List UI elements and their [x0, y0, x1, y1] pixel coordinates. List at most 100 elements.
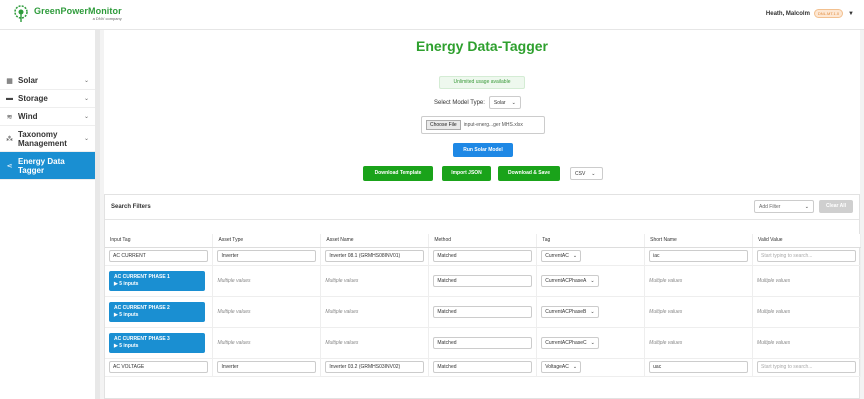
table-row: AC CURRENT Inverter Inverter 08.1 (GRMHS… [105, 247, 861, 266]
brand-logo[interactable]: GreenPowerMonitor a DNV company [12, 5, 122, 23]
column-header[interactable]: Input Tag [105, 234, 214, 248]
add-filter-select[interactable]: Add Filter ⌄ [754, 200, 814, 213]
chevron-down-icon: ⌄ [804, 203, 809, 210]
multiple-values: Multiple values [325, 277, 359, 284]
tag-select[interactable]: CurrentACPhaseA ⌄ [541, 274, 599, 287]
multiple-values: Multiple values [217, 339, 251, 346]
model-type-row: Select Model Type: Solar ⌄ [434, 96, 521, 109]
method-field[interactable]: Matched [433, 274, 533, 287]
model-type-label: Select Model Type: [434, 99, 485, 106]
chevron-down-icon: ⌄ [590, 339, 595, 346]
tag-select[interactable]: VoltageAC ⌄ [541, 361, 582, 373]
tag-select[interactable]: CurrentAC ⌄ [541, 250, 582, 262]
caret-down-icon[interactable]: ▼ [848, 11, 854, 17]
usage-badge: Unlimited usage available [439, 76, 525, 89]
sidebar-item-label: Solar [18, 76, 39, 85]
multiple-values: Multiple values [757, 277, 791, 284]
column-header[interactable]: Tag [536, 234, 646, 248]
group-title: AC CURRENT PHASE 3 [114, 335, 170, 342]
sidebar-item-label: Taxonomy Management [18, 129, 67, 148]
sidebar-scrollbar[interactable] [95, 30, 100, 399]
group-toggle[interactable]: AC CURRENT PHASE 2 ▶ 5 inputs [109, 301, 205, 322]
multiple-values: Multiple values [649, 339, 683, 346]
group-count: ▶ 5 inputs [114, 342, 139, 349]
chevron-down-icon: ⌄ [572, 364, 578, 370]
input-tag-field[interactable]: AC VOLTAGE [109, 361, 209, 373]
tag-select[interactable]: CurrentACPhaseC ⌄ [541, 336, 599, 349]
table-header-row: Input Tag Asset Type Asset Name Method T… [105, 234, 861, 248]
wind-icon: ≋ [6, 113, 13, 121]
group-title: AC CURRENT PHASE 1 [114, 273, 170, 280]
file-input[interactable]: Choose File input-energ...ger MHS.xlsx [421, 116, 545, 134]
chevron-down-icon: ⌄ [83, 136, 89, 142]
clear-all-button[interactable]: Clear All [819, 200, 853, 213]
download-template-button[interactable]: Download Template [363, 166, 433, 181]
column-header[interactable]: Valid Value [752, 234, 861, 248]
multiple-values: Multiple values [757, 308, 791, 315]
sidebar-item-storage[interactable]: ▬ Storage ⌄ [0, 90, 95, 108]
file-name: input-energ...ger MHS.xlsx [463, 122, 523, 128]
short-name-field[interactable]: uac [649, 361, 749, 373]
choose-file-button[interactable]: Choose File [426, 120, 461, 130]
tree-logo-icon [12, 5, 30, 23]
method-field[interactable]: Matched [433, 361, 533, 373]
sidebar-item-label: Wind [18, 112, 38, 121]
column-header[interactable]: Asset Name [320, 234, 430, 248]
method-field[interactable]: Matched [433, 250, 533, 262]
brand-name: GreenPowerMonitor [34, 6, 122, 16]
tag-value: CurrentAC [545, 253, 569, 259]
method-field[interactable]: Matched [433, 336, 533, 349]
sidebar-item-taxonomy-management[interactable]: ⁂ Taxonomy Management ⌄ [0, 126, 95, 152]
tag-select[interactable]: CurrentACPhaseB ⌄ [541, 305, 599, 318]
valid-value-field[interactable]: Start typing to search... [757, 361, 856, 373]
sidebar-item-label: Energy Data Tagger [18, 156, 65, 175]
table-row: AC VOLTAGE Inverter Inverter 03.2 (GRMHS… [105, 358, 861, 377]
brand-subtitle: a DNV company [92, 16, 122, 21]
main-content: Energy Data-Tagger Unlimited usage avail… [104, 30, 861, 399]
run-model-button[interactable]: Run Solar Model [453, 143, 513, 157]
multiple-values: Multiple values [217, 308, 251, 315]
multiple-values: Multiple values [217, 277, 251, 284]
chevron-down-icon: ⌄ [590, 308, 595, 315]
tag-value: VoltageAC [545, 364, 569, 370]
sidebar: ▦ Solar ⌄ ▬ Storage ⌄ ≋ Wind ⌄ ⁂ Taxonom… [0, 30, 100, 399]
model-type-select[interactable]: Solar ⌄ [488, 96, 521, 109]
column-header[interactable]: Method [428, 234, 538, 248]
table-row: AC CURRENT PHASE 1 ▶ 5 inputs Multiple va… [105, 265, 861, 297]
group-toggle[interactable]: AC CURRENT PHASE 1 ▶ 5 inputs [109, 270, 205, 291]
valid-value-field[interactable]: Start typing to search... [757, 250, 856, 262]
chevron-down-icon: ⌄ [590, 277, 595, 284]
sidebar-item-energy-data-tagger[interactable]: ⋖ Energy Data Tagger [0, 152, 95, 180]
hierarchy-icon: ⁂ [6, 135, 13, 143]
multiple-values: Multiple values [757, 339, 791, 346]
method-field[interactable]: Matched [433, 305, 533, 318]
filters-header: Search Filters Add Filter ⌄ Clear All [105, 195, 859, 220]
group-toggle[interactable]: AC CURRENT PHASE 3 ▶ 5 inputs [109, 332, 205, 353]
user-name: Heath, Malcolm [765, 10, 810, 17]
filters-title: Search Filters [111, 204, 151, 210]
input-tag-field[interactable]: AC CURRENT [109, 250, 209, 262]
sidebar-item-wind[interactable]: ≋ Wind ⌄ [0, 108, 95, 126]
asset-type-field[interactable]: Inverter [217, 361, 317, 373]
short-name-field[interactable]: iac [649, 250, 749, 262]
chevron-down-icon: ⌄ [572, 253, 578, 259]
table-row: AC CURRENT PHASE 3 ▶ 5 inputs Multiple va… [105, 327, 861, 359]
battery-icon: ▬ [6, 95, 13, 102]
download-save-button[interactable]: Download & Save [498, 166, 560, 181]
asset-name-field[interactable]: Inverter 08.1 (GRMHS08INV01) [325, 250, 425, 262]
tag-value: CurrentACPhaseB [545, 308, 587, 315]
multiple-values: Multiple values [325, 339, 359, 346]
format-select[interactable]: CSV ⌄ [570, 167, 603, 180]
sidebar-item-solar[interactable]: ▦ Solar ⌄ [0, 72, 95, 90]
asset-type-field[interactable]: Inverter [217, 250, 317, 262]
sidebar-nav: ▦ Solar ⌄ ▬ Storage ⌄ ≋ Wind ⌄ ⁂ Taxonom… [0, 72, 95, 180]
model-type-value: Solar [493, 99, 506, 106]
column-header[interactable]: Asset Type [212, 234, 322, 248]
column-header[interactable]: Short Name [644, 234, 754, 248]
multiple-values: Multiple values [649, 308, 683, 315]
asset-name-field[interactable]: Inverter 03.2 (GRMHS03INV02) [325, 361, 425, 373]
top-bar: GreenPowerMonitor a DNV company Heath, M… [0, 0, 864, 30]
user-menu[interactable]: Heath, Malcolm DNL.MT.1.0 ▼ [766, 9, 854, 18]
import-json-button[interactable]: Import JSON [442, 166, 491, 181]
data-table: Input Tag Asset Type Asset Name Method T… [105, 234, 861, 377]
